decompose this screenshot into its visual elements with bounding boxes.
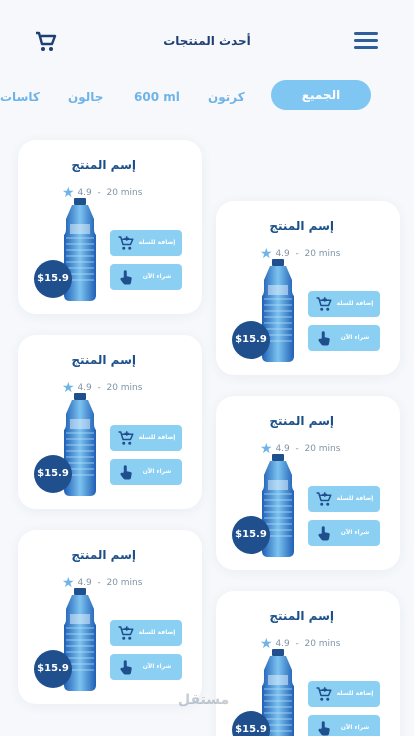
hand-tap-icon — [120, 660, 132, 675]
add-to-cart-label: إضافة للسلة — [336, 690, 374, 697]
buy-now-button[interactable]: شراء الآن — [308, 520, 380, 546]
add-to-cart-label: إضافة للسلة — [138, 434, 176, 441]
product-card[interactable]: إسم المنتج ★ 4.9 - 20 mins $15.9 إضافة ل… — [216, 591, 400, 736]
tab-cups[interactable]: كاسات — [0, 82, 40, 112]
product-name: إسم المنتج — [269, 414, 334, 428]
buy-now-label: شراء الآن — [142, 468, 172, 475]
product-name: إسم المنتج — [269, 219, 334, 233]
buy-now-label: شراء الآن — [142, 663, 172, 670]
tab-600ml[interactable]: 600 ml — [134, 82, 180, 112]
add-cart-icon — [118, 236, 134, 250]
delivery-time: 20 mins — [106, 188, 143, 198]
tab-carton[interactable]: كرتون — [208, 82, 245, 112]
rating: 4.9 — [77, 188, 92, 198]
hand-tap-icon — [318, 526, 330, 541]
product-name: إسم المنتج — [71, 158, 136, 172]
menu-icon[interactable] — [354, 32, 378, 50]
watermark: مستقل — [178, 692, 230, 708]
delivery-time: 20 mins — [304, 639, 341, 649]
header: أحدث المنتجات — [0, 0, 414, 80]
add-to-cart-label: إضافة للسلة — [336, 495, 374, 502]
product-name: إسم المنتج — [71, 353, 136, 367]
add-cart-icon — [316, 687, 332, 701]
product-card[interactable]: إسم المنتج ★ 4.9 - 20 mins $15.9 إضافة ل… — [18, 530, 202, 704]
price-badge: $15.9 — [34, 260, 72, 298]
buy-now-button[interactable]: شراء الآن — [308, 715, 380, 736]
add-cart-icon — [316, 492, 332, 506]
hand-tap-icon — [318, 721, 330, 736]
page-title: أحدث المنتجات — [163, 34, 251, 48]
hand-tap-icon — [120, 465, 132, 480]
tab-gallon[interactable]: جالون — [68, 82, 103, 112]
add-to-cart-button[interactable]: إضافة للسلة — [308, 681, 380, 707]
buy-now-label: شراء الآن — [340, 529, 370, 536]
buy-now-label: شراء الآن — [340, 724, 370, 731]
product-card[interactable]: إسم المنتج ★ 4.9 - 20 mins $15.9 إضافة ل… — [18, 140, 202, 314]
add-to-cart-label: إضافة للسلة — [138, 629, 176, 636]
add-cart-icon — [118, 626, 134, 640]
buy-now-label: شراء الآن — [142, 273, 172, 280]
delivery-time: 20 mins — [304, 444, 341, 454]
product-name: إسم المنتج — [71, 548, 136, 562]
buy-now-button[interactable]: شراء الآن — [110, 264, 182, 290]
price-badge: $15.9 — [34, 650, 72, 688]
delivery-time: 20 mins — [106, 578, 143, 588]
delivery-time: 20 mins — [106, 383, 143, 393]
product-card[interactable]: إسم المنتج ★ 4.9 - 20 mins $15.9 إضافة ل… — [216, 396, 400, 570]
add-to-cart-button[interactable]: إضافة للسلة — [110, 230, 182, 256]
product-card[interactable]: إسم المنتج ★ 4.9 - 20 mins $15.9 إضافة ل… — [18, 335, 202, 509]
price-badge: $15.9 — [34, 455, 72, 493]
product-name: إسم المنتج — [269, 609, 334, 623]
add-to-cart-label: إضافة للسلة — [336, 300, 374, 307]
delivery-time: 20 mins — [304, 249, 341, 259]
rating: 4.9 — [275, 249, 290, 259]
rating: 4.9 — [275, 444, 290, 454]
rating: 4.9 — [275, 639, 290, 649]
hand-tap-icon — [120, 270, 132, 285]
add-to-cart-button[interactable]: إضافة للسلة — [308, 291, 380, 317]
price-badge: $15.9 — [232, 321, 270, 359]
rating: 4.9 — [77, 578, 92, 588]
buy-now-button[interactable]: شراء الآن — [308, 325, 380, 351]
add-to-cart-button[interactable]: إضافة للسلة — [110, 425, 182, 451]
add-cart-icon — [118, 431, 134, 445]
buy-now-label: شراء الآن — [340, 334, 370, 341]
add-to-cart-button[interactable]: إضافة للسلة — [110, 620, 182, 646]
price-badge: $15.9 — [232, 516, 270, 554]
add-to-cart-label: إضافة للسلة — [138, 239, 176, 246]
tab-all[interactable]: الجميع — [271, 80, 371, 110]
add-to-cart-button[interactable]: إضافة للسلة — [308, 486, 380, 512]
product-card[interactable]: إسم المنتج ★ 4.9 - 20 mins $15.9 إضافة ل… — [216, 201, 400, 375]
category-tabs: الجميع كرتون 600 ml جالون كاسات — [0, 78, 414, 114]
rating: 4.9 — [77, 383, 92, 393]
buy-now-button[interactable]: شراء الآن — [110, 654, 182, 680]
add-cart-icon — [316, 297, 332, 311]
buy-now-button[interactable]: شراء الآن — [110, 459, 182, 485]
hand-tap-icon — [318, 331, 330, 346]
